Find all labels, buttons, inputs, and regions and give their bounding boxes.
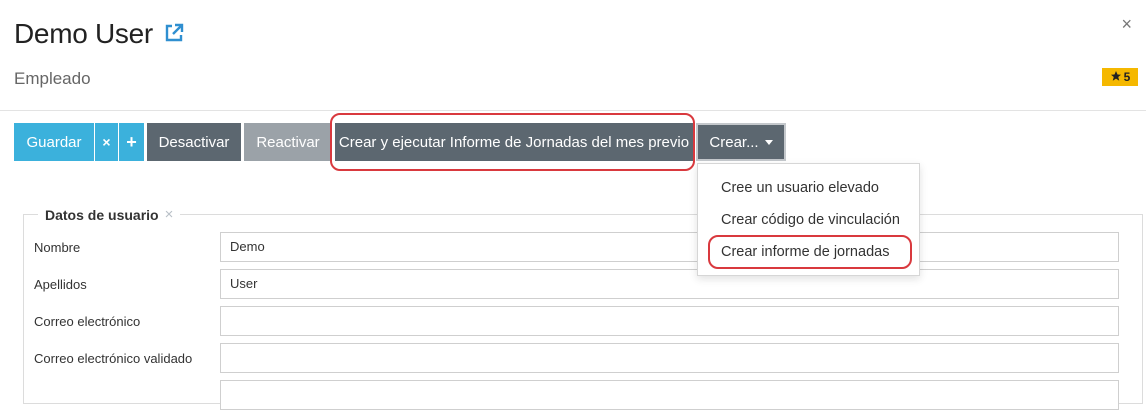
next-field-input[interactable] (220, 380, 1119, 410)
create-dropdown-menu: Cree un usuario elevado Crear código de … (697, 163, 920, 276)
page-title: Demo User (14, 18, 153, 49)
save-button[interactable]: Guardar (14, 123, 94, 161)
menu-item-link-code[interactable]: Crear código de vinculación (721, 212, 900, 228)
legend-close-icon[interactable]: × (165, 206, 174, 223)
add-button[interactable]: + (119, 123, 144, 161)
create-run-report-button[interactable]: Crear y ejecutar Informe de Jornadas del… (335, 123, 693, 161)
legend-title: Datos de usuario (45, 206, 159, 223)
user-data-legend: Datos de usuario × (38, 206, 181, 223)
field-label-apellidos: Apellidos (34, 277, 87, 292)
rating-value: 5 (1123, 70, 1131, 84)
nombre-input[interactable]: Demo (220, 232, 1119, 262)
discard-button[interactable]: × (95, 123, 118, 161)
star-icon (1110, 70, 1122, 85)
menu-item-elevated-user[interactable]: Cree un usuario elevado (721, 180, 879, 196)
email-validated-input[interactable] (220, 343, 1119, 373)
caret-down-icon (764, 140, 773, 145)
field-label-nombre: Nombre (34, 240, 81, 255)
field-label-email: Correo electrónico (34, 314, 141, 329)
header-divider (0, 110, 1146, 111)
reactivate-button[interactable]: Reactivar (244, 123, 332, 161)
close-icon[interactable]: × (1121, 14, 1132, 34)
create-dropdown-label: Crear... (709, 133, 759, 151)
external-link-icon[interactable] (163, 22, 185, 44)
apellidos-input[interactable]: User (220, 269, 1119, 299)
rating-badge: 5 (1102, 68, 1138, 86)
create-dropdown-button[interactable]: Crear... (696, 123, 786, 161)
menu-item-work-report[interactable]: Crear informe de jornadas (721, 244, 889, 260)
field-label-email-validated: Correo electrónico validado (34, 351, 193, 366)
email-input[interactable] (220, 306, 1119, 336)
deactivate-button[interactable]: Desactivar (147, 123, 241, 161)
record-subtitle: Empleado (14, 69, 91, 88)
